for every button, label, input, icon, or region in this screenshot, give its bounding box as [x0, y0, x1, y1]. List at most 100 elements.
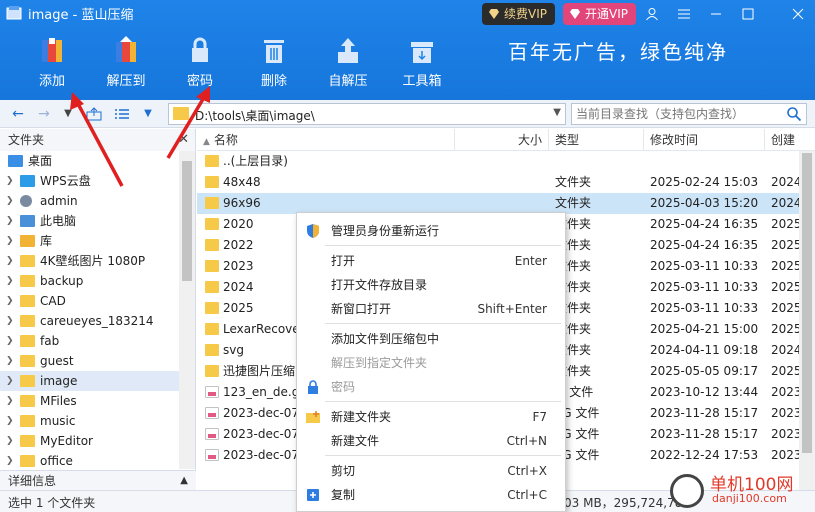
path-dropdown-icon[interactable]: ▼ — [553, 107, 561, 118]
back-icon[interactable]: ← — [8, 104, 28, 124]
search-input[interactable] — [576, 105, 776, 123]
search-field[interactable] — [571, 103, 807, 125]
menu-item[interactable]: 新建文件 Ctrl+N — [297, 429, 565, 453]
menu-item[interactable]: 添加文件到压缩包中 — [297, 327, 565, 351]
chevron-right-icon[interactable]: ❯ — [6, 331, 14, 351]
tree-scrollbar[interactable] — [179, 151, 195, 469]
cell-type: 文件夹 — [555, 217, 592, 231]
self-extract-button[interactable]: 自解压 — [320, 36, 376, 96]
tree-item[interactable]: ❯ MyEditor — [0, 431, 195, 451]
chevron-right-icon[interactable]: ❯ — [6, 391, 14, 411]
close-icon[interactable]: ✕ — [178, 129, 189, 151]
tree-item-label: office — [40, 454, 73, 468]
chevron-right-icon[interactable]: ❯ — [6, 211, 14, 231]
tree-item[interactable]: ❯ 此电脑 — [0, 211, 195, 231]
forward-icon[interactable]: → — [34, 104, 54, 124]
cell-type: PG 文件 — [555, 406, 600, 420]
tree-item[interactable]: 桌面 — [0, 151, 195, 171]
vip-open-button[interactable]: 开通VIP — [563, 3, 636, 25]
menu-item[interactable]: 复制 Ctrl+C — [297, 483, 565, 507]
table-row[interactable]: 96x96 文件夹 2025-04-03 15:20 2024 — [197, 193, 815, 214]
chevron-up-icon[interactable]: ▲ — [180, 471, 188, 491]
add-button[interactable]: 添加 — [24, 36, 80, 96]
tree-item[interactable]: ❯ 4K壁纸图片 1080P — [0, 251, 195, 271]
tree-item[interactable]: ❯ backup — [0, 271, 195, 291]
details-header[interactable]: 详细信息 ▲ — [0, 470, 196, 490]
menu-item[interactable]: 密码 — [297, 375, 565, 399]
tree-item[interactable]: ❯ fab — [0, 331, 195, 351]
chevron-right-icon[interactable]: ❯ — [6, 271, 14, 291]
minimize-icon[interactable] — [704, 2, 728, 26]
list-scrollbar[interactable] — [799, 151, 815, 490]
scroll-thumb[interactable] — [182, 161, 192, 281]
menu-item[interactable]: 打开 Enter — [297, 249, 565, 273]
close-icon[interactable] — [786, 2, 810, 26]
tree-item[interactable]: ❯ 库 — [0, 231, 195, 251]
toolbox-button[interactable]: 工具箱 — [394, 36, 450, 96]
search-icon[interactable] — [786, 106, 802, 122]
up-folder-icon[interactable] — [84, 104, 104, 124]
user-icon[interactable] — [640, 2, 664, 26]
column-name[interactable]: ▲ 名称 — [197, 129, 455, 151]
view-list-icon[interactable] — [112, 104, 132, 124]
tree-item[interactable]: ❯ WPS云盘 — [0, 171, 195, 191]
view-dropdown-icon[interactable]: ▼ — [138, 104, 158, 124]
chevron-right-icon[interactable]: ❯ — [6, 251, 14, 271]
column-type[interactable]: 类型 — [549, 129, 644, 151]
tree-item-label: image — [40, 374, 78, 388]
chevron-right-icon[interactable]: ❯ — [6, 371, 14, 391]
tree-item[interactable]: ❯ admin — [0, 191, 195, 211]
menu-item[interactable]: 解压到指定文件夹 — [297, 351, 565, 375]
table-row[interactable]: 48x48 文件夹 2025-02-24 15:03 2024 — [197, 172, 815, 193]
tree-item-label: careueyes_183214 — [40, 314, 154, 328]
cell-modified: 2025-02-24 15:03 — [650, 175, 759, 189]
chevron-right-icon[interactable]: ❯ — [6, 191, 14, 211]
menu-item[interactable]: 管理员身份重新运行 — [297, 219, 565, 243]
chevron-right-icon[interactable]: ❯ — [6, 291, 14, 311]
chevron-right-icon[interactable]: ❯ — [6, 411, 14, 431]
folder-icon — [20, 255, 35, 267]
menu-item[interactable]: 新建文件夹 F7 — [297, 405, 565, 429]
folder-tree: 桌面 ❯ WPS云盘 ❯ admin ❯ 此电脑 ❯ 库 ❯ 4K壁纸图片 1080P ❯ backup… — [0, 151, 195, 471]
password-button[interactable]: 密码 — [172, 36, 228, 96]
menu-item[interactable]: 粘贴 Ctrl+V — [297, 507, 565, 512]
tree-item[interactable]: ❯ MFiles — [0, 391, 195, 411]
image-file-icon — [205, 407, 219, 419]
menu-item-label: 管理员身份重新运行 — [331, 224, 440, 238]
chevron-right-icon[interactable]: ❯ — [6, 171, 14, 191]
extract-to-button[interactable]: 解压到 — [98, 36, 154, 96]
password-label: 密码 — [186, 74, 213, 89]
menu-item[interactable]: 剪切 Ctrl+X — [297, 459, 565, 483]
path-field[interactable]: D:\tools\桌面\image\ ▼ — [168, 103, 566, 125]
tree-item[interactable]: ❯ CAD — [0, 291, 195, 311]
tree-item[interactable]: ❯ guest — [0, 351, 195, 371]
menu-item[interactable]: 新窗口打开 Shift+Enter — [297, 297, 565, 321]
menu-item-label: 复制 — [331, 488, 356, 502]
history-dropdown-icon[interactable]: ▼ — [58, 104, 78, 124]
column-size[interactable]: 大小 — [455, 129, 549, 151]
trash-icon — [264, 40, 284, 63]
chevron-right-icon[interactable]: ❯ — [6, 231, 14, 251]
menu-item-shortcut: Ctrl+C — [507, 488, 547, 502]
chevron-right-icon[interactable]: ❯ — [6, 451, 14, 471]
column-modified[interactable]: 修改时间 — [644, 129, 765, 151]
tree-item[interactable]: ❯ image — [0, 371, 195, 391]
column-created[interactable]: 创建 — [765, 129, 815, 151]
maximize-icon[interactable] — [736, 2, 760, 26]
tree-item[interactable]: ❯ careueyes_183214 — [0, 311, 195, 331]
tree-item[interactable]: ❯ music — [0, 411, 195, 431]
delete-button[interactable]: 删除 — [246, 36, 302, 96]
menu-icon[interactable] — [672, 2, 696, 26]
chevron-right-icon[interactable]: ❯ — [6, 311, 14, 331]
status-size: 03 MB，295,724,78 — [564, 496, 683, 510]
chevron-right-icon[interactable]: ❯ — [6, 431, 14, 451]
table-row[interactable]: ..(上层目录) — [197, 151, 815, 172]
tree-item-label: 4K壁纸图片 1080P — [40, 254, 146, 268]
scroll-thumb[interactable] — [802, 153, 812, 453]
chevron-right-icon[interactable]: ❯ — [6, 351, 14, 371]
tree-item[interactable]: ❯ office — [0, 451, 195, 471]
ribbon: image - 蓝山压缩 续费VIP 开通VIP 添加 解压到 密码 删除 自解… — [0, 0, 815, 100]
menu-item[interactable]: 打开文件存放目录 — [297, 273, 565, 297]
vip-renew-button[interactable]: 续费VIP — [482, 3, 555, 25]
lock-icon — [308, 380, 318, 394]
